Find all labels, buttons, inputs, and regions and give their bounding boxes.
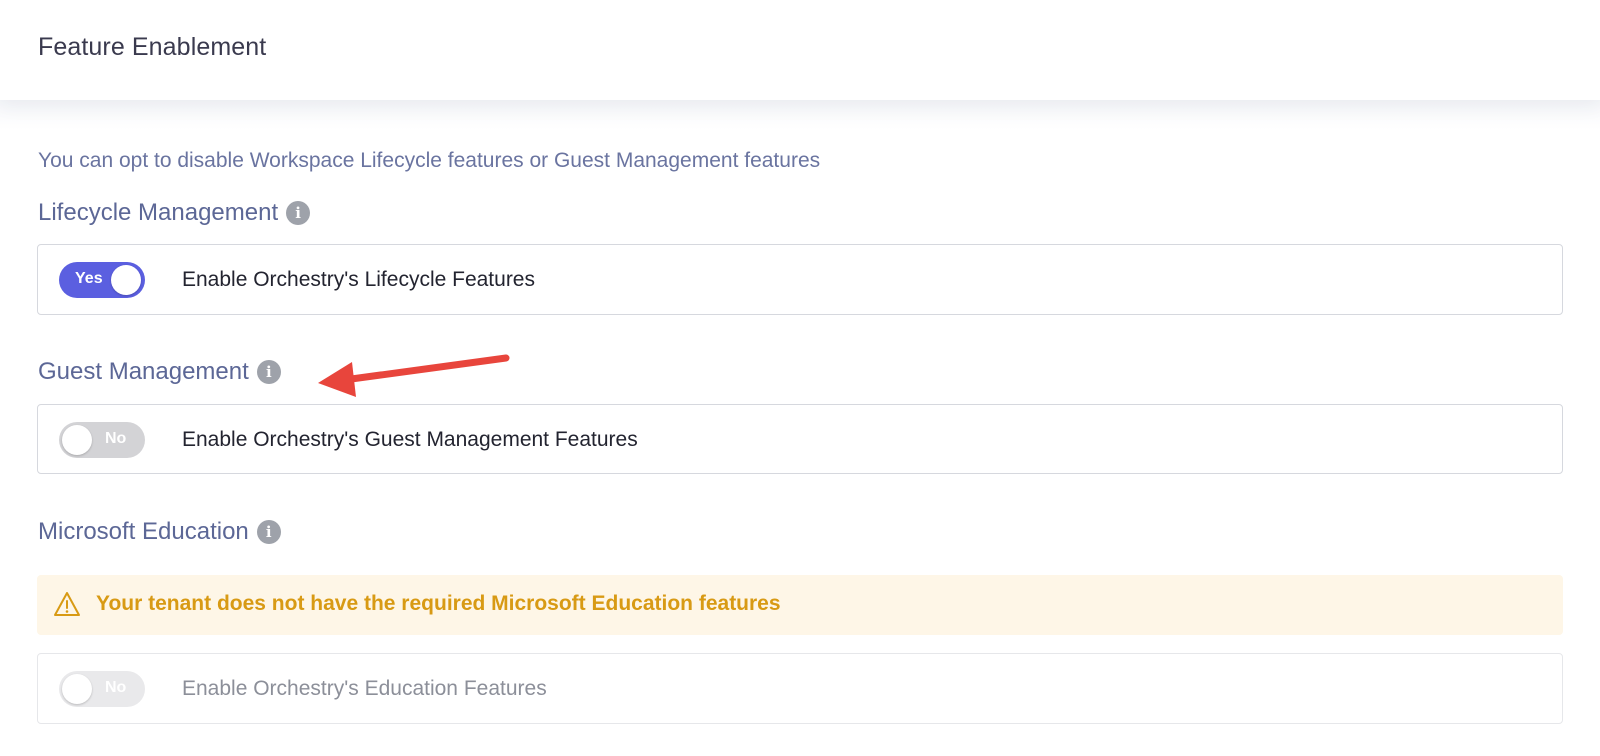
warning-text: Your tenant does not have the required M… [96,592,781,615]
education-warning-banner: Your tenant does not have the required M… [37,575,1563,635]
section-title-education: Microsoft Education i [38,518,281,546]
section-title-lifecycle: Lifecycle Management i [38,199,311,227]
section-title-guest: Guest Management i [38,358,281,386]
page-title: Feature Enablement [38,33,267,61]
setting-card-lifecycle: Yes Enable Orchestry's Lifecycle Feature… [37,244,1563,315]
toggle-state-label: Yes [75,270,103,287]
info-icon[interactable]: i [286,201,311,225]
intro-text: You can opt to disable Workspace Lifecyc… [38,149,821,172]
info-icon[interactable]: i [256,520,281,544]
toggle-knob [111,265,141,295]
toggle-state-label: No [105,430,127,447]
header-shadow [0,100,1600,130]
section-title-text: Microsoft Education [38,518,249,545]
setting-card-education: No Enable Orchestry's Education Features [37,653,1563,724]
setting-label-lifecycle: Enable Orchestry's Lifecycle Features [182,268,535,291]
toggle-state-label: No [105,679,127,696]
education-toggle: No [59,671,145,707]
section-title-text: Lifecycle Management [38,199,279,226]
toggle-knob [62,674,92,704]
guest-management-toggle[interactable]: No [59,422,145,458]
warning-triangle-icon [54,592,80,616]
info-icon[interactable]: i [256,360,281,384]
page-header: Feature Enablement [0,0,1600,100]
setting-card-guest: No Enable Orchestry's Guest Management F… [37,404,1563,474]
section-title-text: Guest Management [38,358,249,385]
setting-label-education: Enable Orchestry's Education Features [182,677,547,700]
red-arrow-icon [318,354,510,397]
toggle-knob [62,425,92,455]
lifecycle-toggle[interactable]: Yes [59,262,145,298]
setting-label-guest: Enable Orchestry's Guest Management Feat… [182,428,638,451]
